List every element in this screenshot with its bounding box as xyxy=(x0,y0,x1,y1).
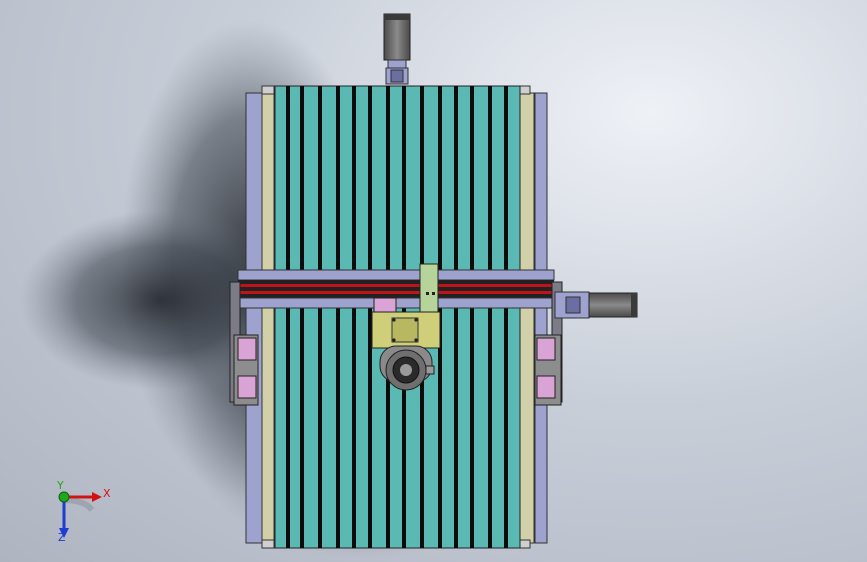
left-side-carriage[interactable] xyxy=(233,334,259,406)
extrusion-slot xyxy=(504,86,508,548)
extrusion-slot xyxy=(470,86,474,548)
x-axis-label: X xyxy=(103,487,111,500)
x-axis-arrowhead xyxy=(92,492,102,502)
y-axis-dot xyxy=(58,491,70,503)
extrusion-slot xyxy=(318,86,322,548)
extrusion-slot xyxy=(286,86,290,548)
cad-viewport[interactable]: X Y Z xyxy=(0,0,867,562)
extrusion-slot xyxy=(368,86,372,548)
extrusion-slot xyxy=(352,86,356,548)
extrusion-slot xyxy=(336,86,340,548)
extrusion-slot xyxy=(454,86,458,548)
right-stepper-motor[interactable] xyxy=(554,291,638,319)
extrusion-slot xyxy=(300,86,304,548)
orientation-triad: X Y Z xyxy=(56,479,111,544)
y-axis-label: Y xyxy=(56,479,64,492)
z-axis-label: Z xyxy=(58,531,66,544)
right-side-carriage[interactable] xyxy=(534,334,562,406)
top-stepper-motor[interactable] xyxy=(383,13,411,85)
extrusion-slot xyxy=(488,86,492,548)
